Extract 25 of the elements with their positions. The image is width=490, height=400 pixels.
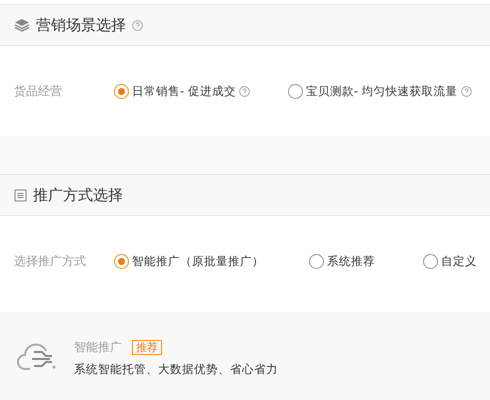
field-label: 货品经营 <box>14 82 63 100</box>
radio-option[interactable]: 系统推荐 <box>309 254 375 268</box>
recommend-badge: 推荐 <box>132 340 162 354</box>
option-label: 日常销售- 促进成交 <box>132 84 236 98</box>
card-title: 智能推广 <box>74 340 122 354</box>
radio-button[interactable] <box>309 254 324 268</box>
section-title: 营销场景选择 <box>36 16 126 34</box>
field-label: 选择推广方式 <box>14 252 87 270</box>
help-icon[interactable] <box>460 86 472 96</box>
radio-button[interactable] <box>114 254 129 268</box>
option-label: 系统推荐 <box>327 254 375 268</box>
option-label: 自定义 <box>441 254 477 268</box>
radio-button[interactable] <box>288 84 303 98</box>
document-icon <box>14 188 27 202</box>
layers-icon <box>14 18 30 32</box>
radio-button[interactable] <box>423 254 438 268</box>
help-icon[interactable] <box>238 86 250 96</box>
option-label: 宝贝测款- 均匀快速获取流量 <box>306 84 458 98</box>
radio-button[interactable] <box>114 84 129 98</box>
radio-option[interactable]: 宝贝测款- 均匀快速获取流量 <box>288 84 472 98</box>
help-icon[interactable] <box>132 20 143 30</box>
radio-option[interactable]: 自定义 <box>423 254 477 268</box>
section-title: 推广方式选择 <box>33 186 123 204</box>
card-description: 系统智能托管、大数据优势、省心省力 <box>74 362 278 376</box>
radio-option[interactable]: 日常销售- 促进成交 <box>114 84 250 98</box>
